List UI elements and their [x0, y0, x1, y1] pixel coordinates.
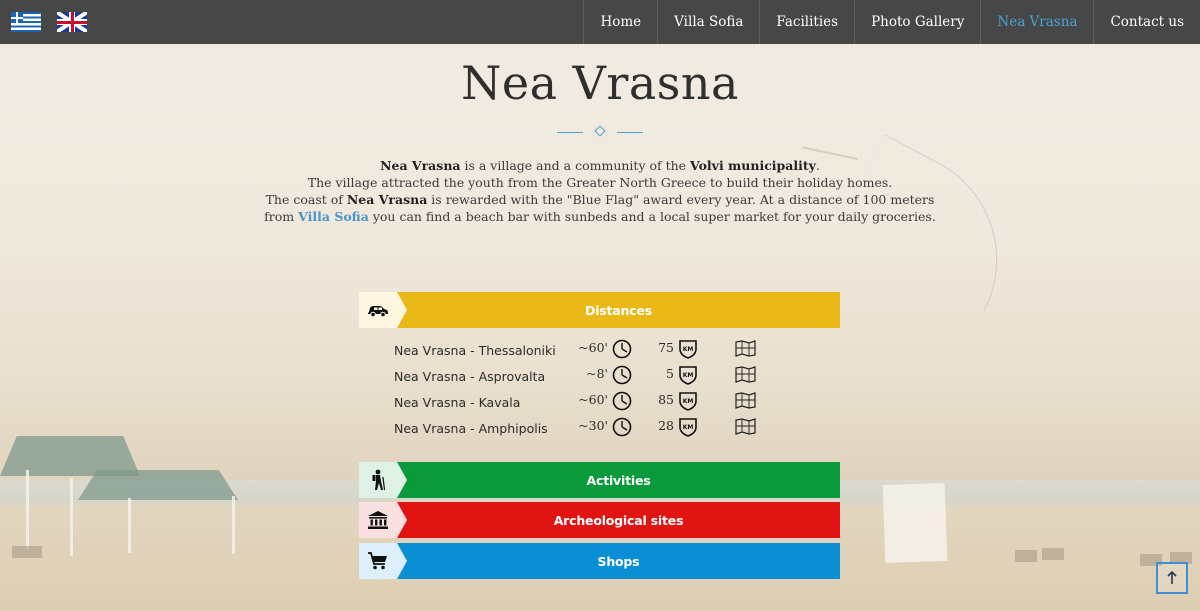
uk-flag-icon[interactable] [57, 12, 87, 32]
background-board [882, 482, 948, 564]
route-name: Nea Vrasna - Asprovalta [394, 369, 546, 384]
table-row: Nea Vrasna - Thessaloniki ~60' 75 KM [394, 339, 774, 365]
title-divider [557, 125, 643, 139]
distances-label: Distances [397, 292, 840, 328]
nav-contact-us[interactable]: Contact us [1093, 0, 1200, 44]
intro-bold: Nea Vrasna [380, 158, 461, 173]
km-shield-icon: KM [679, 366, 697, 385]
intro-line: The village attracted the youth from the… [307, 175, 893, 190]
nav-villa-sofia[interactable]: Villa Sofia [657, 0, 759, 44]
route-name: Nea Vrasna - Amphipolis [394, 421, 548, 436]
km-shield-icon: KM [679, 340, 697, 359]
top-navbar: Home Villa Sofia Facilities Photo Galler… [0, 0, 1200, 44]
nav-home[interactable]: Home [583, 0, 657, 44]
distance-km: 28 [658, 418, 674, 433]
activities-label: Activities [397, 462, 840, 498]
diamond-icon [594, 125, 606, 137]
nav-facilities[interactable]: Facilities [759, 0, 854, 44]
back-to-top-button[interactable] [1156, 562, 1188, 594]
background-sunbed [12, 546, 42, 558]
greek-flag-icon[interactable] [11, 12, 41, 32]
background-pole [26, 470, 29, 550]
distances-panel-header[interactable]: Distances [359, 292, 840, 328]
language-switcher [0, 12, 87, 32]
main-nav: Home Villa Sofia Facilities Photo Galler… [583, 0, 1200, 44]
clock-icon [612, 339, 632, 359]
archeological-sites-label: Archeological sites [397, 502, 840, 538]
nav-nea-vrasna[interactable]: Nea Vrasna [980, 0, 1093, 44]
map-icon[interactable] [735, 392, 756, 409]
nav-photo-gallery[interactable]: Photo Gallery [854, 0, 980, 44]
archeological-sites-panel-header[interactable]: Archeological sites [359, 502, 840, 538]
hiker-icon [359, 462, 397, 498]
car-icon [359, 292, 397, 328]
map-icon[interactable] [735, 418, 756, 435]
travel-time: ~8' [586, 366, 608, 381]
travel-time: ~30' [578, 418, 608, 433]
background-sunbed [1042, 548, 1064, 560]
clock-icon [612, 417, 632, 437]
intro-bold: Nea Vrasna [346, 192, 428, 207]
travel-time: ~60' [578, 340, 608, 355]
table-row: Nea Vrasna - Kavala ~60' 85 KM [394, 391, 774, 417]
shops-label: Shops [397, 543, 840, 579]
distance-km: 5 [666, 366, 674, 381]
svg-text:KM: KM [683, 346, 694, 353]
km-shield-icon: KM [679, 418, 697, 437]
intro-bold: Volvi municipality [690, 158, 816, 173]
distances-table: Nea Vrasna - Thessaloniki ~60' 75 KM Nea… [394, 339, 774, 443]
background-sunbed [1015, 550, 1037, 562]
travel-time: ~60' [578, 392, 608, 407]
svg-text:KM: KM [683, 398, 694, 405]
route-name: Nea Vrasna - Thessaloniki [394, 343, 556, 358]
map-icon[interactable] [735, 340, 756, 357]
intro-text: Nea Vrasna is a village and a community … [250, 157, 950, 225]
km-shield-icon: KM [679, 392, 697, 411]
arrow-up-icon [1167, 571, 1177, 584]
clock-icon [612, 365, 632, 385]
villa-sofia-link[interactable]: Villa Sofia [298, 209, 369, 224]
background-pole [232, 496, 235, 554]
distance-km: 75 [658, 340, 674, 355]
clock-icon [612, 391, 632, 411]
table-row: Nea Vrasna - Asprovalta ~8' 5 KM [394, 365, 774, 391]
svg-text:KM: KM [683, 372, 694, 379]
table-row: Nea Vrasna - Amphipolis ~30' 28 KM [394, 417, 774, 443]
museum-icon [359, 502, 397, 538]
shops-panel-header[interactable]: Shops [359, 543, 840, 579]
shopping-cart-icon [359, 543, 397, 579]
svg-text:KM: KM [683, 424, 694, 431]
route-name: Nea Vrasna - Kavala [394, 395, 521, 410]
map-icon[interactable] [735, 366, 756, 383]
page-title: Nea Vrasna [461, 56, 739, 110]
background-tent [78, 470, 238, 500]
background-pole [70, 478, 73, 556]
activities-panel-header[interactable]: Activities [359, 462, 840, 498]
background-pole [128, 498, 131, 553]
distance-km: 85 [658, 392, 674, 407]
